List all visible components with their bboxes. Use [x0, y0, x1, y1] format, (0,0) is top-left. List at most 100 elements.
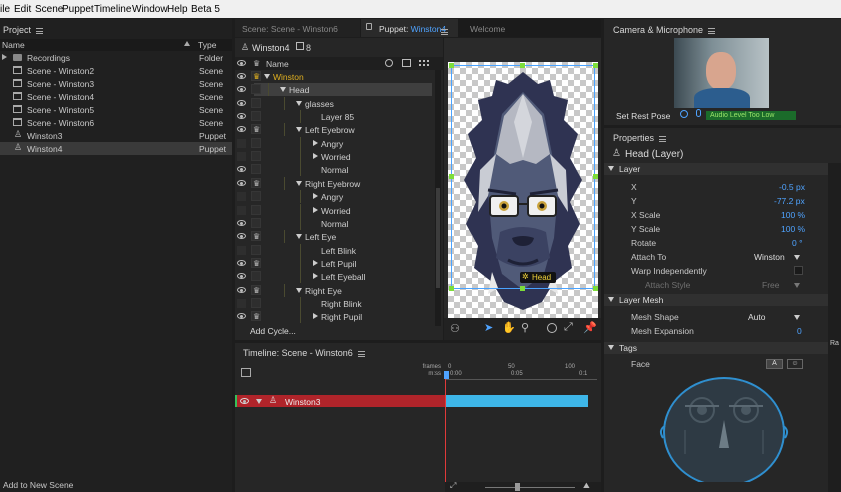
expand-icon[interactable] — [313, 206, 318, 213]
visibility-eye-icon[interactable] — [237, 313, 246, 320]
crown-icon[interactable]: ♛ — [253, 72, 260, 81]
zoom-in-icon[interactable]: ⛰ — [583, 481, 590, 491]
handle-tr[interactable] — [593, 63, 598, 68]
warp-checkbox[interactable] — [794, 266, 803, 275]
expand-icon[interactable] — [313, 139, 318, 146]
mic-icon[interactable] — [696, 109, 701, 117]
tree-row[interactable]: Right Blink — [235, 296, 435, 310]
menu-beta[interactable]: Beta 5 — [191, 4, 220, 15]
pin-tool-icon[interactable]: 📌 — [583, 321, 597, 334]
visibility-eye-icon[interactable] — [237, 233, 246, 240]
visibility-off-box[interactable] — [237, 245, 246, 255]
visibility-off-box[interactable] — [237, 205, 246, 215]
section-layer[interactable]: Layer — [604, 163, 828, 175]
handle-mr[interactable] — [593, 174, 598, 179]
visibility-off-box[interactable] — [237, 298, 246, 308]
tag-letters-button[interactable]: A — [766, 359, 783, 369]
project-item[interactable]: Scene - Winston4 Scene — [0, 90, 232, 103]
attach-to-dropdown[interactable]: Winston — [752, 251, 804, 263]
section-tags[interactable]: Tags — [604, 342, 828, 354]
tree-row[interactable]: glasses — [235, 96, 435, 110]
head-origin-handle[interactable]: ✲ Head — [520, 272, 556, 283]
tree-row[interactable]: Normal — [235, 216, 435, 230]
puppet-canvas[interactable]: ✲ Head — [448, 62, 598, 328]
project-item[interactable]: ♙ Winston4 Puppet — [0, 142, 232, 155]
project-item[interactable]: Scene - Winston6 Scene — [0, 116, 232, 129]
y-value[interactable]: -77.2 px — [774, 196, 805, 209]
expand-icon[interactable] — [313, 259, 318, 266]
track-bar-winston3[interactable] — [446, 395, 588, 407]
tree-row[interactable]: Layer 85 — [235, 110, 435, 124]
tree-row[interactable]: ♛ Right Eyebrow — [235, 176, 435, 190]
expand-icon[interactable] — [2, 54, 7, 60]
attach-style-dropdown[interactable]: Free — [760, 279, 804, 291]
expand-icon[interactable] — [313, 193, 318, 200]
camera-icon[interactable] — [402, 59, 411, 67]
menu-edit[interactable]: Edit — [14, 4, 31, 15]
menu-puppet[interactable]: Puppet — [62, 4, 94, 15]
crown-icon[interactable]: ♛ — [253, 259, 260, 268]
sort-up-icon[interactable] — [184, 41, 190, 46]
tree-row[interactable]: ♛ Left Eye — [235, 230, 435, 244]
visibility-off-box[interactable] — [237, 152, 246, 162]
collapse-icon[interactable] — [296, 234, 302, 240]
y-scale-value[interactable]: 100 % — [781, 224, 805, 237]
visibility-eye-icon[interactable] — [237, 73, 246, 79]
expand-icon[interactable] — [313, 153, 318, 160]
timeline-menu-icon[interactable] — [357, 350, 365, 357]
visibility-eye-icon[interactable] — [237, 113, 246, 120]
side-tab[interactable]: Ra — [830, 340, 839, 347]
tree-row[interactable]: ♛ Right Eye — [235, 283, 435, 297]
zoom-slider[interactable] — [485, 487, 575, 488]
visibility-eye-icon[interactable] — [237, 259, 246, 266]
zoom-slider-thumb[interactable] — [515, 483, 520, 491]
x-value[interactable]: -0.5 px — [779, 182, 805, 195]
project-item[interactable]: ♙ Winston3 Puppet — [0, 129, 232, 142]
visibility-eye-icon[interactable] — [237, 99, 246, 106]
expand-icon[interactable] — [313, 273, 318, 280]
tab-menu-icon[interactable] — [441, 28, 448, 35]
visibility-eye-icon[interactable] — [237, 286, 246, 293]
visibility-eye-icon[interactable] — [237, 126, 246, 133]
add-cycle-button[interactable]: Add Cycle... — [250, 326, 296, 336]
track-expand-icon[interactable] — [256, 399, 262, 404]
project-item[interactable]: Scene - Winston5 Scene — [0, 103, 232, 116]
project-item[interactable]: Scene - Winston3 Scene — [0, 77, 232, 90]
face-tag-diagram[interactable] — [655, 370, 793, 482]
handle-tl[interactable] — [449, 63, 454, 68]
visibility-eye-icon[interactable] — [237, 179, 246, 186]
set-rest-pose-button[interactable]: Set Rest Pose — [616, 111, 670, 121]
grid-icon[interactable] — [419, 60, 429, 66]
tree-row[interactable]: ♛ Winston — [235, 70, 435, 83]
timeline-options-icon[interactable] — [241, 368, 251, 377]
menu-window[interactable]: Window — [132, 4, 168, 15]
tree-row[interactable]: Normal — [235, 163, 435, 177]
hand-tool-icon[interactable]: ✋ — [502, 321, 516, 334]
crown-icon[interactable]: ♛ — [253, 125, 260, 134]
panel-menu-icon[interactable] — [36, 27, 44, 34]
tree-row[interactable]: ♛ Right Pupil — [235, 310, 435, 324]
handle-tc[interactable] — [520, 63, 525, 68]
menu-help[interactable]: Help — [167, 4, 188, 15]
origin-tool-icon[interactable] — [547, 323, 557, 333]
visibility-off-box[interactable] — [237, 138, 246, 148]
project-item[interactable]: Recordings Folder — [0, 51, 232, 64]
handle-bl[interactable] — [449, 286, 454, 291]
visibility-eye-icon[interactable] — [237, 273, 246, 280]
menu-scene[interactable]: Scene — [35, 4, 63, 15]
properties-menu-icon[interactable] — [659, 135, 667, 142]
collapse-icon[interactable] — [296, 180, 302, 186]
track-header-winston3[interactable]: ♙ Winston3 — [235, 395, 445, 407]
playhead-handle[interactable] — [444, 371, 449, 379]
zoom-fit-icon[interactable]: ⤢ — [450, 481, 456, 491]
crown-icon[interactable]: ♛ — [253, 286, 260, 295]
tree-row[interactable]: ♛ Left Eyebrow — [235, 123, 435, 137]
tree-row[interactable]: Left Blink — [235, 243, 435, 257]
tree-row[interactable]: Angry — [235, 136, 435, 150]
tree-row[interactable]: Worried — [235, 150, 435, 164]
crown-icon[interactable]: ♛ — [253, 232, 260, 241]
tree-row[interactable]: Angry — [235, 190, 435, 204]
collapse-icon[interactable] — [296, 127, 302, 133]
dragger-tool-icon[interactable]: ⤢ — [564, 321, 573, 334]
mesh-shape-dropdown[interactable]: Auto — [746, 311, 804, 323]
